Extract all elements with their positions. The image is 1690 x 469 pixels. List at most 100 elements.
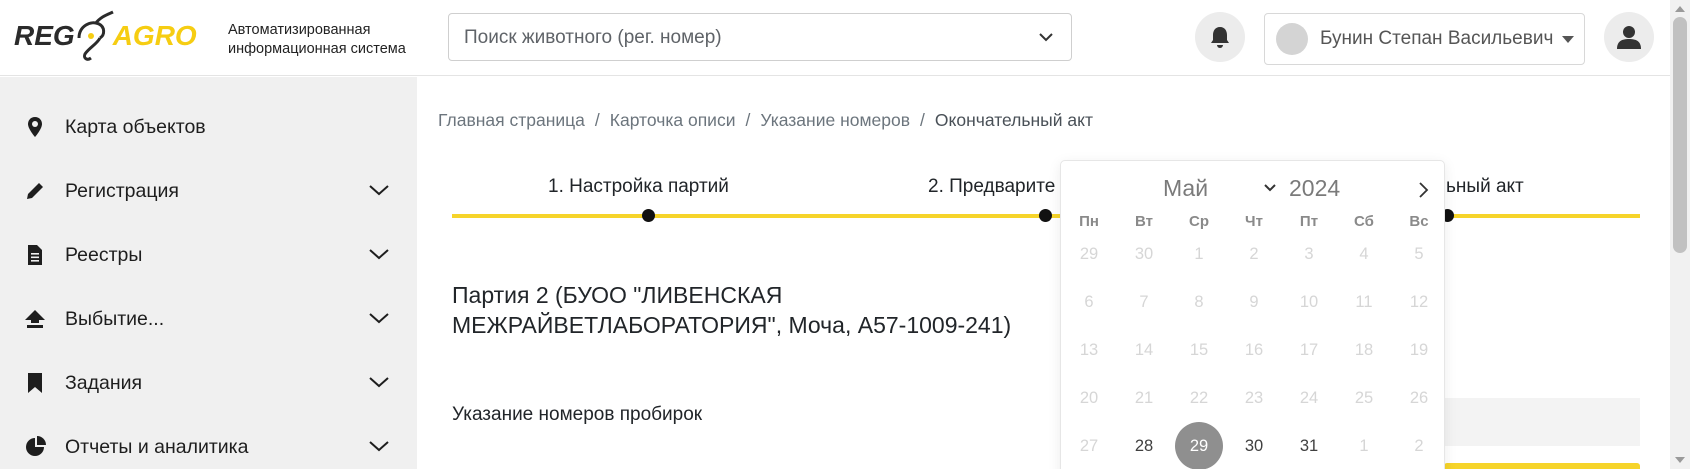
- notifications-button[interactable]: [1195, 12, 1245, 62]
- calendar-day: 22: [1189, 389, 1209, 407]
- calendar-day: 19: [1409, 341, 1429, 359]
- sidebar-item-disposal[interactable]: Выбытие...: [0, 290, 417, 348]
- calendar-day: 6: [1084, 293, 1094, 311]
- breadcrumb-inventory-card[interactable]: Карточка описи: [610, 110, 736, 130]
- chevron-down-icon[interactable]: [368, 438, 390, 454]
- sidebar-item-label: Карта объектов: [65, 116, 206, 138]
- sidebar-item-label: Задания: [65, 372, 143, 394]
- calendar-day: 2: [1414, 437, 1424, 455]
- yellow-button[interactable]: [1444, 463, 1640, 469]
- sidebar-item-reports[interactable]: Отчеты и аналитика: [0, 418, 417, 469]
- calendar-day: 18: [1354, 341, 1374, 359]
- map-marker-icon: [28, 117, 42, 137]
- regagro-logo[interactable]: REG AGRO: [14, 8, 197, 64]
- calendar-days-grid: 29 30 1 2 3 4 5 6 7 8 9 10 11 12 13 14 15 16 17 18 19 20 21 22 2…: [1061, 161, 1444, 469]
- calendar-day: 13: [1079, 341, 1099, 359]
- calendar-day: 9: [1249, 293, 1259, 311]
- calendar-day: 20: [1079, 389, 1099, 407]
- calendar-day: 15: [1189, 341, 1209, 359]
- pencil-icon: [27, 183, 43, 199]
- logo-subtitle-line2: информационная система: [228, 41, 406, 57]
- breadcrumb-separator: /: [745, 110, 751, 130]
- calendar-day: 10: [1299, 293, 1319, 311]
- page-scrollbar[interactable]: [1670, 0, 1690, 469]
- sidebar-item-label: Регистрация: [65, 180, 179, 202]
- step-1-dot[interactable]: [642, 209, 655, 222]
- user-menu-button[interactable]: Бунин Степан Васильевич: [1264, 13, 1585, 65]
- input-field[interactable]: [1444, 398, 1640, 446]
- calendar-day: 1: [1359, 437, 1369, 455]
- calendar-day: 4: [1359, 245, 1369, 263]
- logo-agro-text: AGRO: [112, 20, 197, 51]
- profile-button[interactable]: [1604, 12, 1654, 62]
- date-picker-popup: Май 2024 Пн Вт Ср Чт Пт Сб Вс 29 30 1 2 3 4 5 6…: [1060, 160, 1445, 469]
- calendar-day: 25: [1354, 389, 1374, 407]
- calendar-day: 29: [1079, 245, 1099, 263]
- breadcrumb-current: Окончательный акт: [934, 110, 1093, 130]
- calendar-day: 23: [1244, 389, 1264, 407]
- calendar-day: 24: [1299, 389, 1319, 407]
- upload-icon: [25, 310, 45, 328]
- calendar-day: 14: [1134, 341, 1154, 359]
- bell-icon: [1211, 27, 1229, 48]
- sidebar-item-tasks[interactable]: Задания: [0, 354, 417, 412]
- calendar-day[interactable]: 28: [1119, 423, 1169, 469]
- chevron-down-icon[interactable]: [1037, 28, 1055, 46]
- scroll-up-arrow-icon[interactable]: [1675, 6, 1685, 12]
- chevron-down-icon[interactable]: [368, 246, 390, 262]
- document-icon: [28, 245, 42, 265]
- chevron-down-icon[interactable]: [368, 374, 390, 390]
- scrollbar-thumb[interactable]: [1673, 17, 1687, 253]
- animal-search-select[interactable]: Поиск животного (рег. номер): [448, 13, 1072, 61]
- sidebar-item-label: Выбытие...: [65, 308, 165, 330]
- calendar-day: 3: [1304, 245, 1314, 263]
- calendar-day: 12: [1409, 293, 1429, 311]
- calendar-day: 17: [1299, 341, 1319, 359]
- calendar-day: 5: [1414, 245, 1424, 263]
- party-title: Партия 2 (БУОО "ЛИВЕНСКАЯ МЕЖРАЙВЕТЛАБОР…: [452, 282, 1012, 338]
- top-header: REG AGRO Автоматизированная информационн…: [0, 0, 1670, 76]
- breadcrumb-separator: /: [594, 110, 600, 130]
- sidebar-item-label: Отчеты и аналитика: [65, 436, 249, 458]
- calendar-day: 1: [1194, 245, 1204, 263]
- user-name: Бунин Степан Васильевич: [1320, 28, 1554, 49]
- scroll-down-arrow-icon[interactable]: [1675, 457, 1685, 463]
- sidebar: Карта объектов Регистрация Реестры Выбыт…: [0, 77, 417, 469]
- breadcrumb-home[interactable]: Главная страница: [438, 110, 585, 130]
- step-1-label[interactable]: 1. Настройка партий: [548, 176, 729, 198]
- breadcrumb-numbers[interactable]: Указание номеров: [760, 110, 910, 130]
- caret-down-icon: [1562, 36, 1574, 43]
- pie-chart-icon: [26, 436, 46, 456]
- logo-subtitle-line1: Автоматизированная: [228, 22, 371, 38]
- calendar-day: 21: [1134, 389, 1154, 407]
- bull-logo-icon: [77, 10, 114, 61]
- logo-subtitle: Автоматизированная информационная систем…: [228, 21, 428, 59]
- calendar-day[interactable]: 31: [1284, 423, 1334, 469]
- step-2-dot[interactable]: [1039, 209, 1052, 222]
- calendar-day: 11: [1355, 293, 1373, 311]
- logo-reg-text: REG: [14, 20, 75, 51]
- calendar-day: 16: [1244, 341, 1264, 359]
- calendar-day: 7: [1139, 293, 1149, 311]
- section-subtitle: Указание номеров пробирок: [452, 404, 703, 425]
- calendar-day: 30: [1134, 245, 1154, 263]
- bookmark-icon: [28, 373, 42, 393]
- sidebar-item-map[interactable]: Карта объектов: [0, 98, 417, 156]
- search-placeholder: Поиск животного (рег. номер): [464, 27, 722, 48]
- calendar-day: 26: [1409, 389, 1429, 407]
- calendar-day: 27: [1079, 437, 1099, 455]
- sidebar-item-label: Реестры: [65, 244, 143, 266]
- calendar-day[interactable]: 30: [1229, 423, 1279, 469]
- breadcrumb-separator: /: [920, 110, 925, 130]
- breadcrumb: Главная страница / Карточка описи / Указание…: [438, 110, 1093, 131]
- calendar-day-selected[interactable]: 29: [1174, 422, 1224, 469]
- calendar-day: 2: [1249, 245, 1259, 263]
- avatar: [1276, 23, 1308, 55]
- sidebar-item-registries[interactable]: Реестры: [0, 226, 417, 284]
- step-2-label[interactable]: 2. Предварите: [928, 176, 1055, 198]
- chevron-down-icon[interactable]: [368, 310, 390, 326]
- user-icon: [1617, 26, 1641, 49]
- sidebar-item-registration[interactable]: Регистрация: [0, 162, 417, 220]
- calendar-day: 8: [1194, 293, 1204, 311]
- chevron-down-icon[interactable]: [368, 182, 390, 198]
